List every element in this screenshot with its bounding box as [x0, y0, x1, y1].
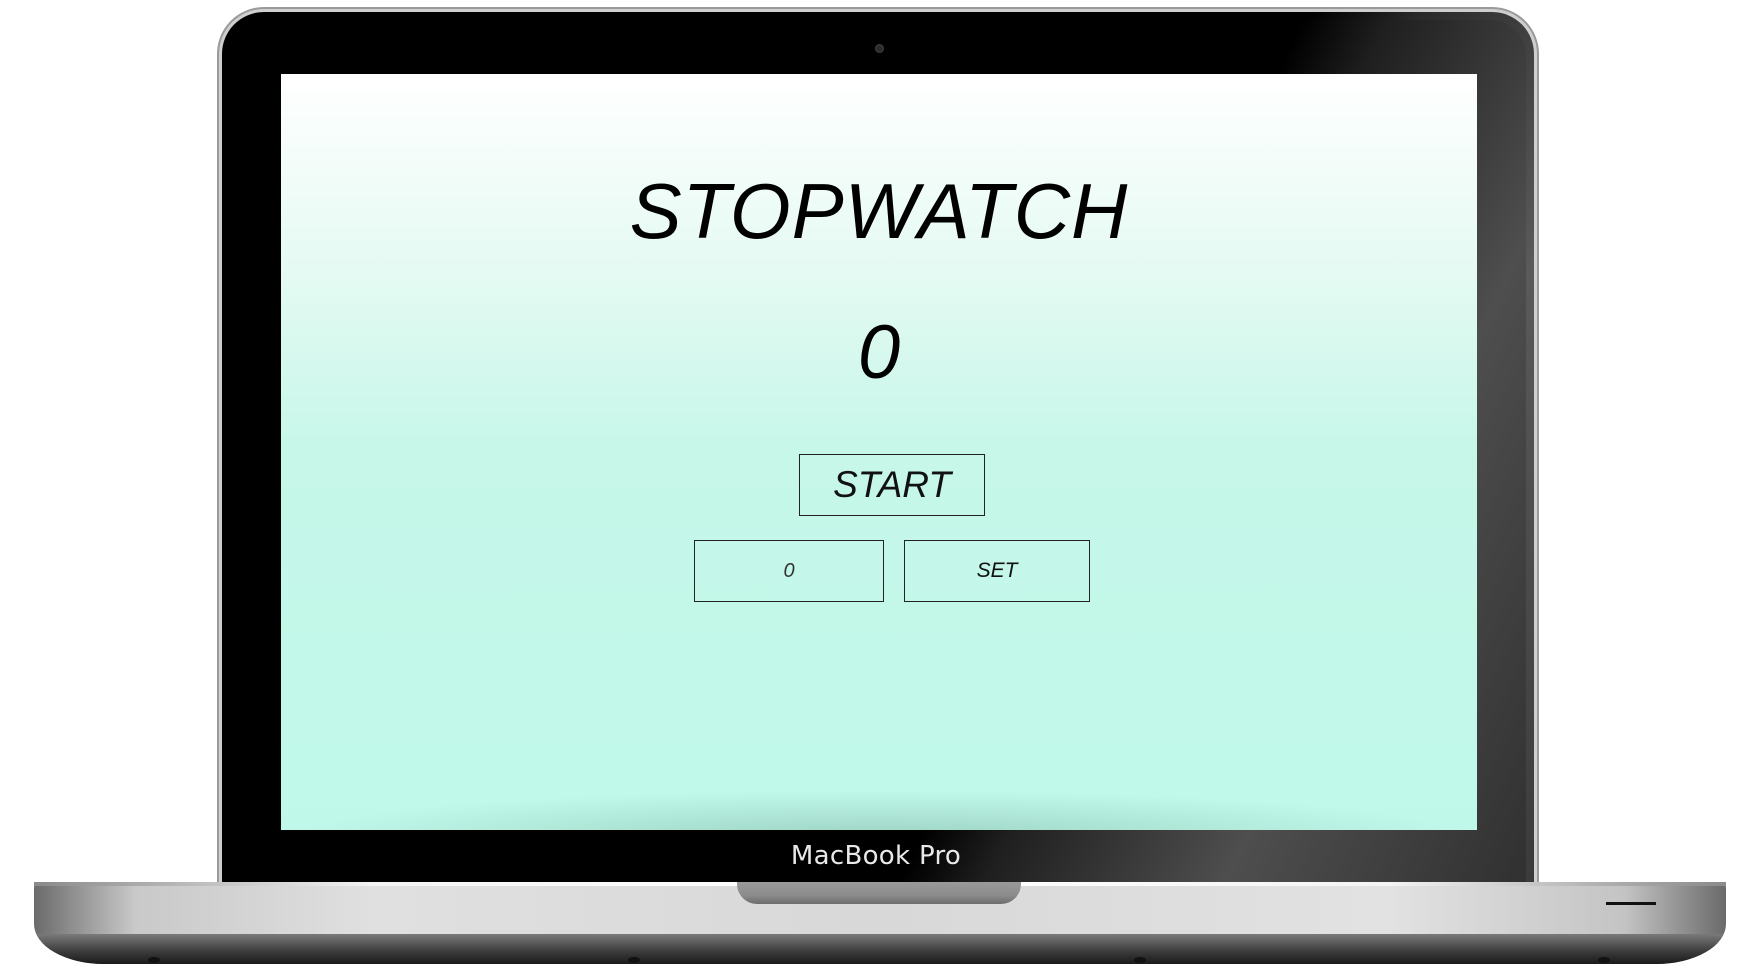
device-brand-label: MacBook Pro — [790, 841, 962, 871]
laptop-foot — [1598, 957, 1610, 963]
screen-shadow — [281, 790, 1477, 830]
laptop-foot — [628, 957, 640, 963]
sleep-indicator-icon — [1606, 902, 1656, 905]
app-screen: STOPWATCH 0 START SET — [281, 74, 1477, 830]
page-title: STOPWATCH — [629, 167, 1129, 255]
timer-display: 0 — [857, 310, 901, 395]
laptop-foot — [1134, 957, 1146, 963]
camera-icon — [875, 44, 884, 53]
time-input[interactable] — [694, 540, 884, 602]
stage: STOPWATCH 0 START SET MacBook Pro — [0, 0, 1752, 971]
set-button[interactable]: SET — [904, 540, 1090, 602]
laptop-foot — [148, 957, 160, 963]
start-button[interactable]: START — [799, 454, 985, 516]
lid-notch — [737, 882, 1021, 904]
